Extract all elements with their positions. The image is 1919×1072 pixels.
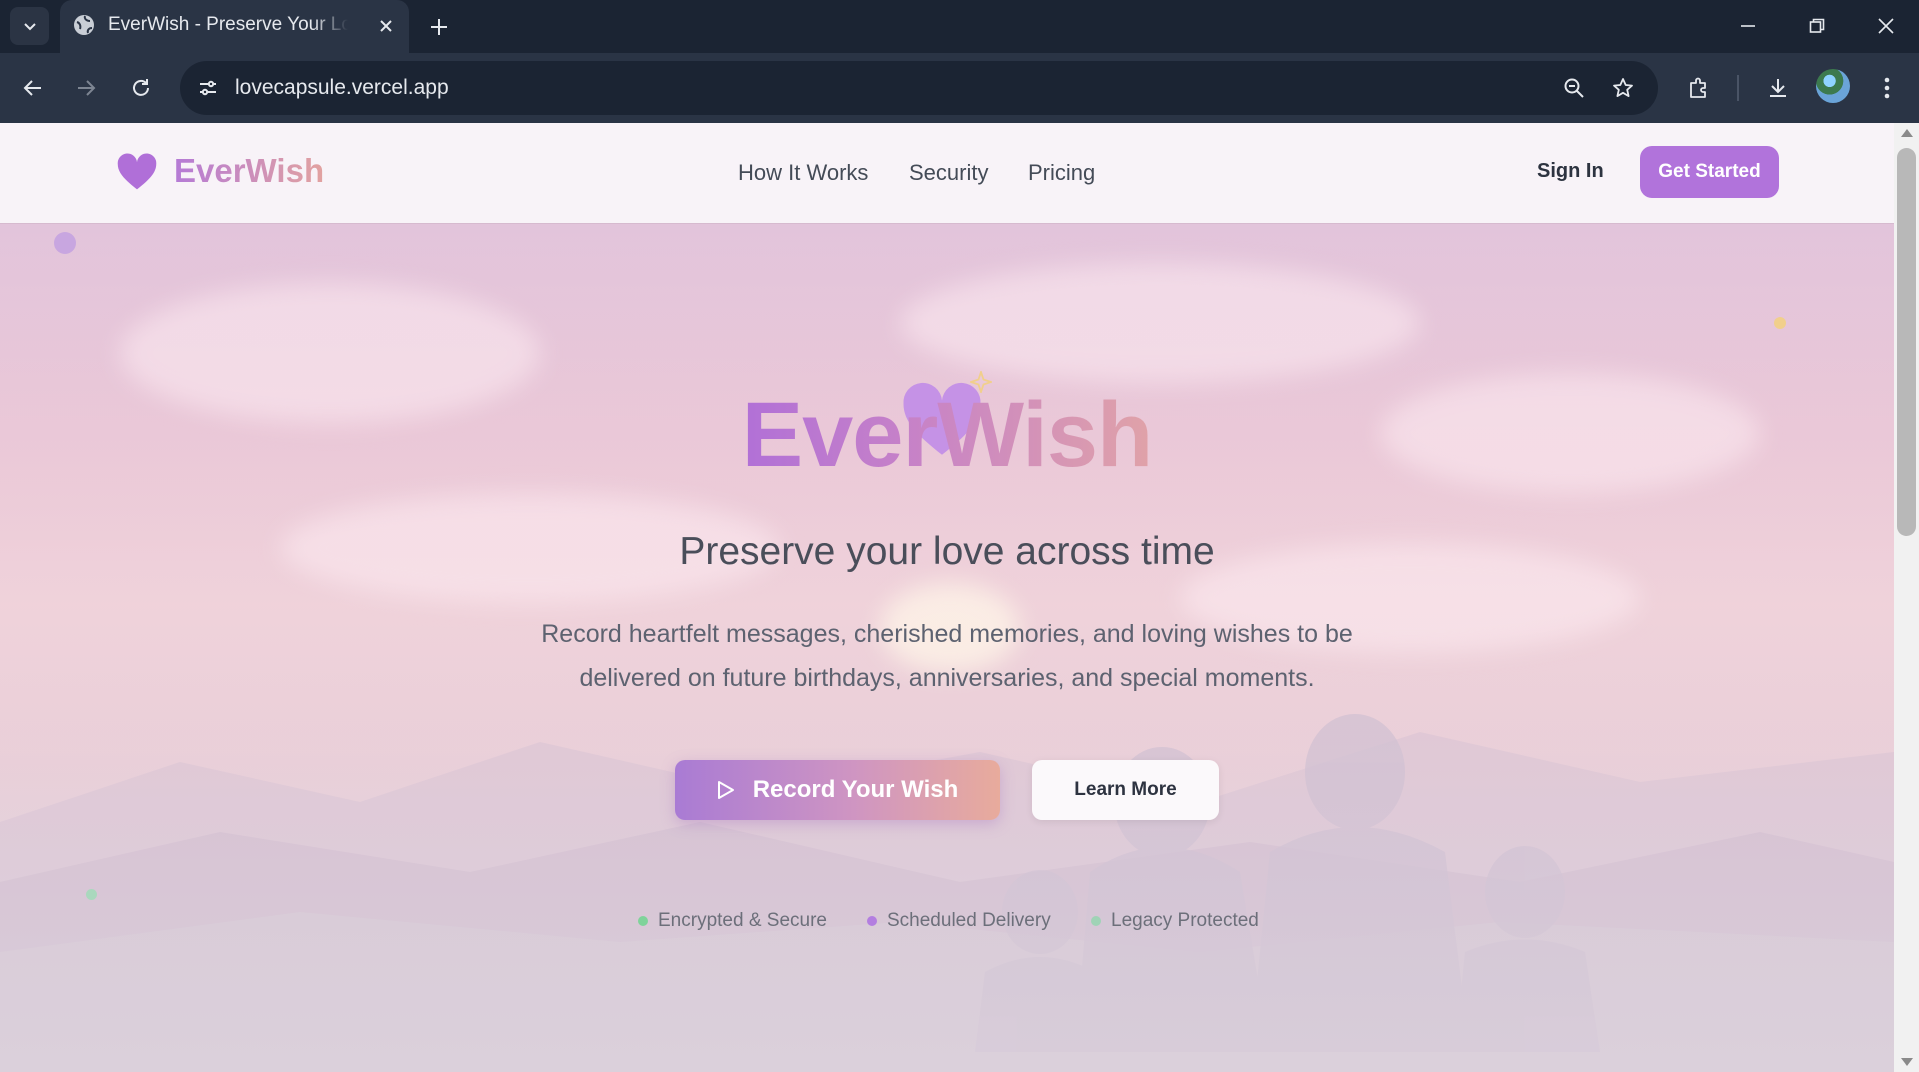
site-logo[interactable]: EverWish — [116, 151, 324, 191]
browser-toolbar: lovecapsule.vercel.app — [0, 53, 1919, 123]
decorative-dot — [86, 889, 97, 900]
browser-tab-bar: EverWish - Preserve Your Love Across Tim… — [0, 0, 1919, 53]
tab-close-button[interactable] — [373, 13, 399, 39]
window-close-icon — [1878, 18, 1894, 34]
description-line: Record heartfelt messages, cherished mem… — [541, 620, 1353, 648]
site-header: EverWish How It Works Security Pricing S… — [0, 123, 1894, 223]
get-started-button[interactable]: Get Started — [1640, 146, 1779, 198]
feature-encrypted: Encrypted & Secure — [638, 910, 827, 932]
new-tab-button[interactable] — [422, 10, 456, 44]
feature-scheduled: Scheduled Delivery — [867, 910, 1051, 932]
forward-button[interactable] — [67, 69, 105, 107]
decorative-dot — [54, 232, 76, 254]
record-wish-button[interactable]: Record Your Wish — [675, 760, 1000, 820]
address-bar[interactable]: lovecapsule.vercel.app — [180, 61, 1658, 115]
logo-text: EverWish — [174, 152, 325, 189]
page-scrollbar[interactable] — [1894, 123, 1919, 1072]
downloads-button[interactable] — [1759, 69, 1797, 107]
status-dot — [867, 916, 877, 926]
nav-pricing[interactable]: Pricing — [1028, 160, 1095, 186]
zoom-button[interactable] — [1558, 72, 1590, 104]
scroll-down-arrow[interactable] — [1901, 1058, 1913, 1066]
reload-button[interactable] — [122, 69, 160, 107]
restore-button[interactable] — [1792, 6, 1842, 46]
play-icon — [717, 781, 734, 799]
back-button[interactable] — [14, 69, 52, 107]
globe-icon — [74, 15, 94, 35]
scroll-up-arrow[interactable] — [1901, 129, 1913, 137]
feature-label: Encrypted & Secure — [658, 910, 827, 931]
minimize-button[interactable] — [1723, 6, 1773, 46]
minimize-icon — [1741, 25, 1755, 27]
decorative-dot — [1774, 317, 1786, 329]
profile-avatar[interactable] — [1816, 69, 1850, 103]
tab-search-button[interactable] — [10, 7, 49, 45]
extensions-icon — [1690, 77, 1706, 98]
status-dot — [638, 916, 648, 926]
feature-legacy: Legacy Protected — [1091, 910, 1259, 932]
feature-label: Scheduled Delivery — [887, 910, 1051, 931]
back-icon — [23, 80, 41, 96]
extensions-button[interactable] — [1680, 69, 1718, 107]
toolbar-separator — [1737, 75, 1739, 101]
plus-icon — [431, 19, 447, 35]
hero-subtitle: Preserve your love across time — [679, 530, 1215, 573]
url-text[interactable]: lovecapsule.vercel.app — [235, 76, 449, 100]
nav-security[interactable]: Security — [909, 160, 988, 186]
page-viewport: EverWish How It Works Security Pricing S… — [0, 123, 1894, 1072]
chevron-down-icon — [23, 23, 36, 31]
feature-label: Legacy Protected — [1111, 910, 1259, 931]
bookmark-button[interactable] — [1607, 72, 1639, 104]
browser-tab[interactable]: EverWish - Preserve Your Love Across Tim… — [60, 0, 409, 53]
close-icon — [380, 20, 392, 32]
restore-icon — [1809, 18, 1825, 33]
scroll-thumb[interactable] — [1897, 148, 1916, 536]
hero-description: Record heartfelt messages, cherished mem… — [0, 612, 1894, 700]
window-close-button[interactable] — [1861, 6, 1911, 46]
description-line: delivered on future birthdays, anniversa… — [579, 664, 1315, 692]
tab-title: EverWish - Preserve Your Love Across Tim… — [108, 14, 348, 35]
sign-in-link[interactable]: Sign In — [1537, 160, 1604, 183]
learn-more-button[interactable]: Learn More — [1032, 760, 1219, 820]
hero-title: EverWish — [741, 384, 1153, 486]
forward-icon — [78, 80, 96, 96]
browser-menu-button[interactable] — [1868, 69, 1906, 107]
nav-how-it-works[interactable]: How It Works — [738, 160, 868, 186]
reload-icon — [133, 79, 149, 96]
record-wish-label: Record Your Wish — [752, 776, 959, 803]
zoom-icon — [1564, 78, 1584, 98]
download-icon — [1770, 79, 1786, 97]
site-info-icon — [200, 80, 216, 96]
kebab-menu-icon — [1884, 77, 1890, 99]
site-info-button[interactable] — [192, 72, 224, 104]
status-dot — [1091, 916, 1101, 926]
star-icon — [1613, 78, 1633, 97]
heart-icon — [117, 153, 157, 190]
